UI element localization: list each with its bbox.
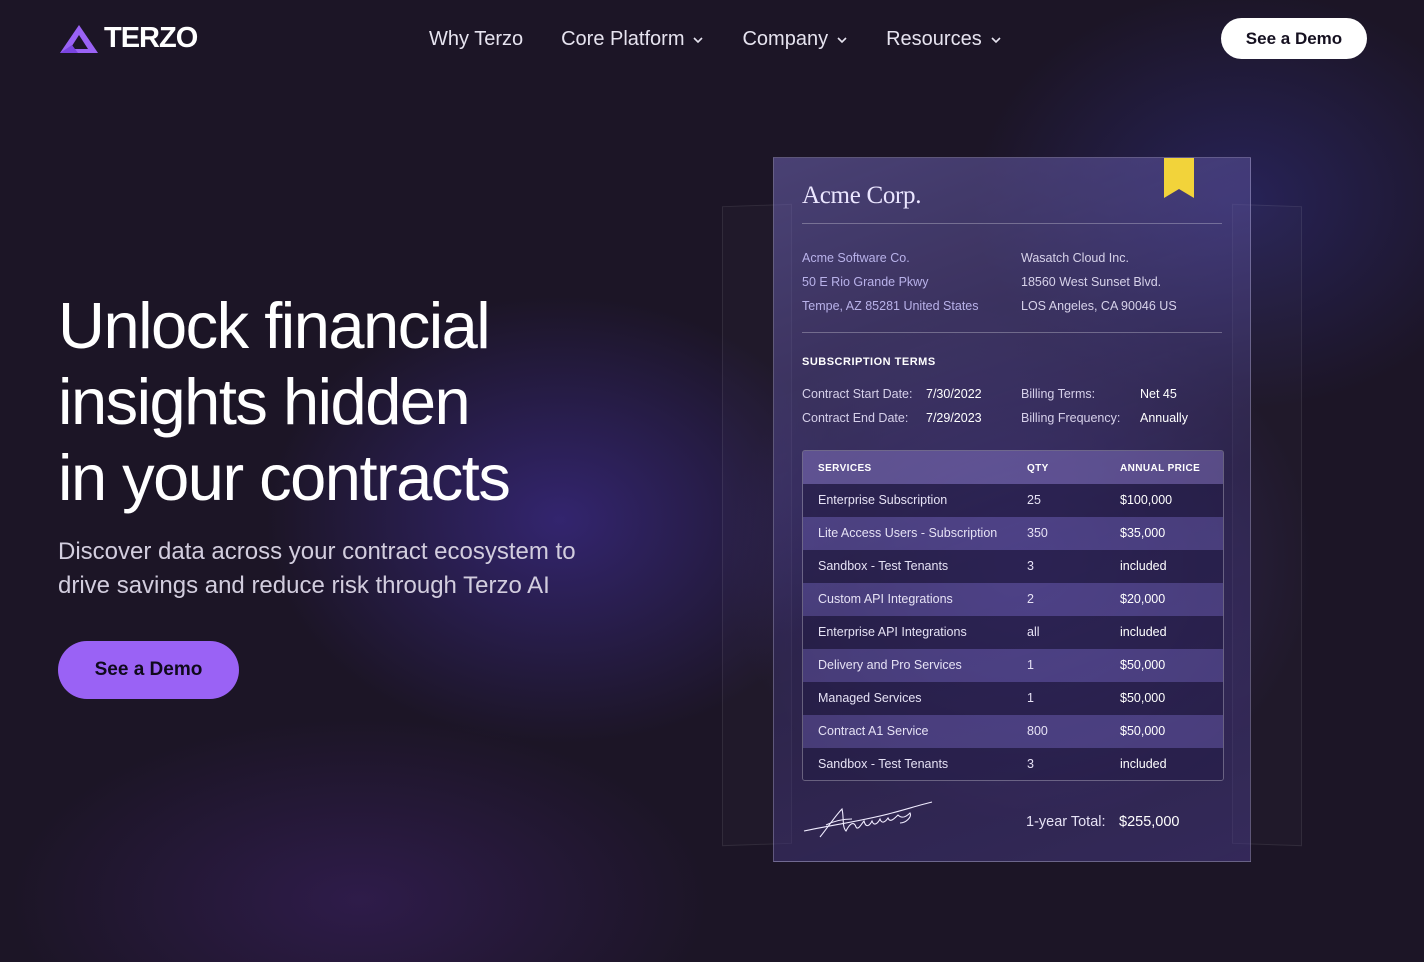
nav-item-why-terzo[interactable]: Why Terzo <box>429 28 523 51</box>
terzo-logo[interactable]: TERZO <box>58 22 198 55</box>
billing-terms-value: Net 45 <box>1140 387 1177 401</box>
table-row: Enterprise API Integrations all included <box>803 616 1223 649</box>
nav-item-label: Why Terzo <box>429 28 524 50</box>
end-date-value: 7/29/2023 <box>926 411 982 425</box>
service-cell: Managed Services <box>818 691 922 705</box>
table-row: Contract A1 Service 800 $50,000 <box>803 715 1223 748</box>
table-body: Enterprise Subscription 25 $100,000 Lite Ac… <box>803 484 1223 780</box>
nav-item-company[interactable]: Company <box>742 28 848 51</box>
chevron-down-icon <box>991 36 1001 43</box>
top-nav: TERZO Why Terzo Core Platform Company Re… <box>0 0 1424 82</box>
service-cell: Custom API Integrations <box>818 592 953 606</box>
hero-subtitle: Discover data across your contract ecosy… <box>58 538 576 599</box>
price-cell: included <box>1120 625 1167 639</box>
qty-cell: 25 <box>1027 493 1041 507</box>
nav-item-label: Company <box>742 28 829 50</box>
table-row: Custom API Integrations 2 $20,000 <box>803 583 1223 616</box>
terms-heading: SUBSCRIPTION TERMS <box>802 356 936 368</box>
price-cell: $50,000 <box>1120 724 1166 738</box>
price-cell: included <box>1120 757 1167 771</box>
billing-terms-label: Billing Terms: <box>1021 387 1096 401</box>
qty-cell: 1 <box>1027 658 1034 672</box>
signature-image <box>803 801 933 838</box>
service-cell: Delivery and Pro Services <box>818 658 962 672</box>
billing-frequency-label: Billing Frequency: <box>1021 411 1121 425</box>
table-header: SERVICES QTY ANNUAL PRICE <box>803 451 1223 484</box>
column-header-qty: QTY <box>1027 463 1049 474</box>
logo-text: TERZO <box>104 22 198 54</box>
divider <box>802 223 1222 224</box>
services-table: SERVICES QTY ANNUAL PRICE Enterprise Sub… <box>802 450 1224 781</box>
contract-company: Acme Corp. <box>802 182 922 209</box>
main-menu: Why Terzo Core Platform Company Resource… <box>429 28 1002 51</box>
hero-title-line: in your contracts <box>58 441 511 514</box>
nav-item-label: Core Platform <box>561 28 685 50</box>
service-cell: Enterprise Subscription <box>818 493 948 507</box>
qty-cell: all <box>1027 625 1040 639</box>
nav-item-resources[interactable]: Resources <box>886 28 1002 51</box>
billing-frequency-value: Annually <box>1140 411 1188 425</box>
qty-cell: 350 <box>1027 526 1048 540</box>
price-cell: included <box>1120 559 1167 573</box>
column-header-price: ANNUAL PRICE <box>1120 463 1201 474</box>
table-row: Managed Services 1 $50,000 <box>803 682 1223 715</box>
service-cell: Sandbox - Test Tenants <box>818 559 949 573</box>
nav-item-core-platform[interactable]: Core Platform <box>561 28 704 51</box>
address-line: Acme Software Co. <box>802 251 910 265</box>
qty-cell: 3 <box>1027 559 1034 573</box>
qty-cell: 2 <box>1027 592 1034 606</box>
table-row: Delivery and Pro Services 1 $50,000 <box>803 649 1223 682</box>
nav-see-demo-button[interactable]: See a Demo <box>1221 18 1367 59</box>
end-date-label: Contract End Date: <box>802 411 909 425</box>
total-value: $255,000 <box>1119 814 1180 830</box>
divider <box>802 332 1222 333</box>
hero-title: Unlock financial insights hidden in your… <box>58 288 678 516</box>
start-date-label: Contract Start Date: <box>802 387 913 401</box>
service-cell: Enterprise API Integrations <box>818 625 967 639</box>
contract-document: Acme Corp. Acme Software Co. 50 E Rio Gr… <box>773 157 1251 862</box>
chevron-down-icon <box>693 36 704 43</box>
address-line: 50 E Rio Grande Pkwy <box>802 275 929 289</box>
to-address: Wasatch Cloud Inc. 18560 West Sunset Blv… <box>1021 246 1177 318</box>
address-line: Wasatch Cloud Inc. <box>1021 251 1129 265</box>
service-cell: Lite Access Users - Subscription <box>818 526 998 540</box>
address-line: Tempe, AZ 85281 United States <box>802 299 979 313</box>
service-cell: Contract A1 Service <box>818 724 929 738</box>
qty-cell: 3 <box>1027 757 1034 771</box>
hero-title-line: insights hidden <box>58 365 471 438</box>
price-cell: $50,000 <box>1120 658 1166 672</box>
start-date-value: 7/30/2022 <box>926 387 982 401</box>
price-cell: $100,000 <box>1120 493 1173 507</box>
table-row: Sandbox - Test Tenants 3 included <box>803 748 1223 780</box>
table-row: Lite Access Users - Subscription 350 $35,0… <box>803 517 1223 550</box>
qty-cell: 800 <box>1027 724 1048 738</box>
address-line: LOS Angeles, CA 90046 US <box>1021 299 1177 313</box>
nav-item-label: Resources <box>886 28 982 50</box>
price-cell: $50,000 <box>1120 691 1166 705</box>
price-cell: $20,000 <box>1120 592 1166 606</box>
hero-title-line: Unlock financial <box>58 289 491 362</box>
hero-see-demo-button[interactable]: See a Demo <box>58 641 239 699</box>
service-cell: Sandbox - Test Tenants <box>818 757 949 771</box>
address-line: 18560 West Sunset Blvd. <box>1021 275 1162 289</box>
from-address: Acme Software Co. 50 E Rio Grande Pkwy T… <box>802 246 979 318</box>
column-header-services: SERVICES <box>818 463 872 474</box>
chevron-down-icon <box>837 36 847 43</box>
total-label: 1-year Total: <box>1026 814 1106 830</box>
price-cell: $35,000 <box>1120 526 1166 540</box>
table-row: Enterprise Subscription 25 $100,000 <box>803 484 1223 517</box>
qty-cell: 1 <box>1027 691 1034 705</box>
terzo-logo-icon <box>60 24 98 53</box>
table-row: Sandbox - Test Tenants 3 included <box>803 550 1223 583</box>
bookmark-icon <box>1164 158 1194 198</box>
